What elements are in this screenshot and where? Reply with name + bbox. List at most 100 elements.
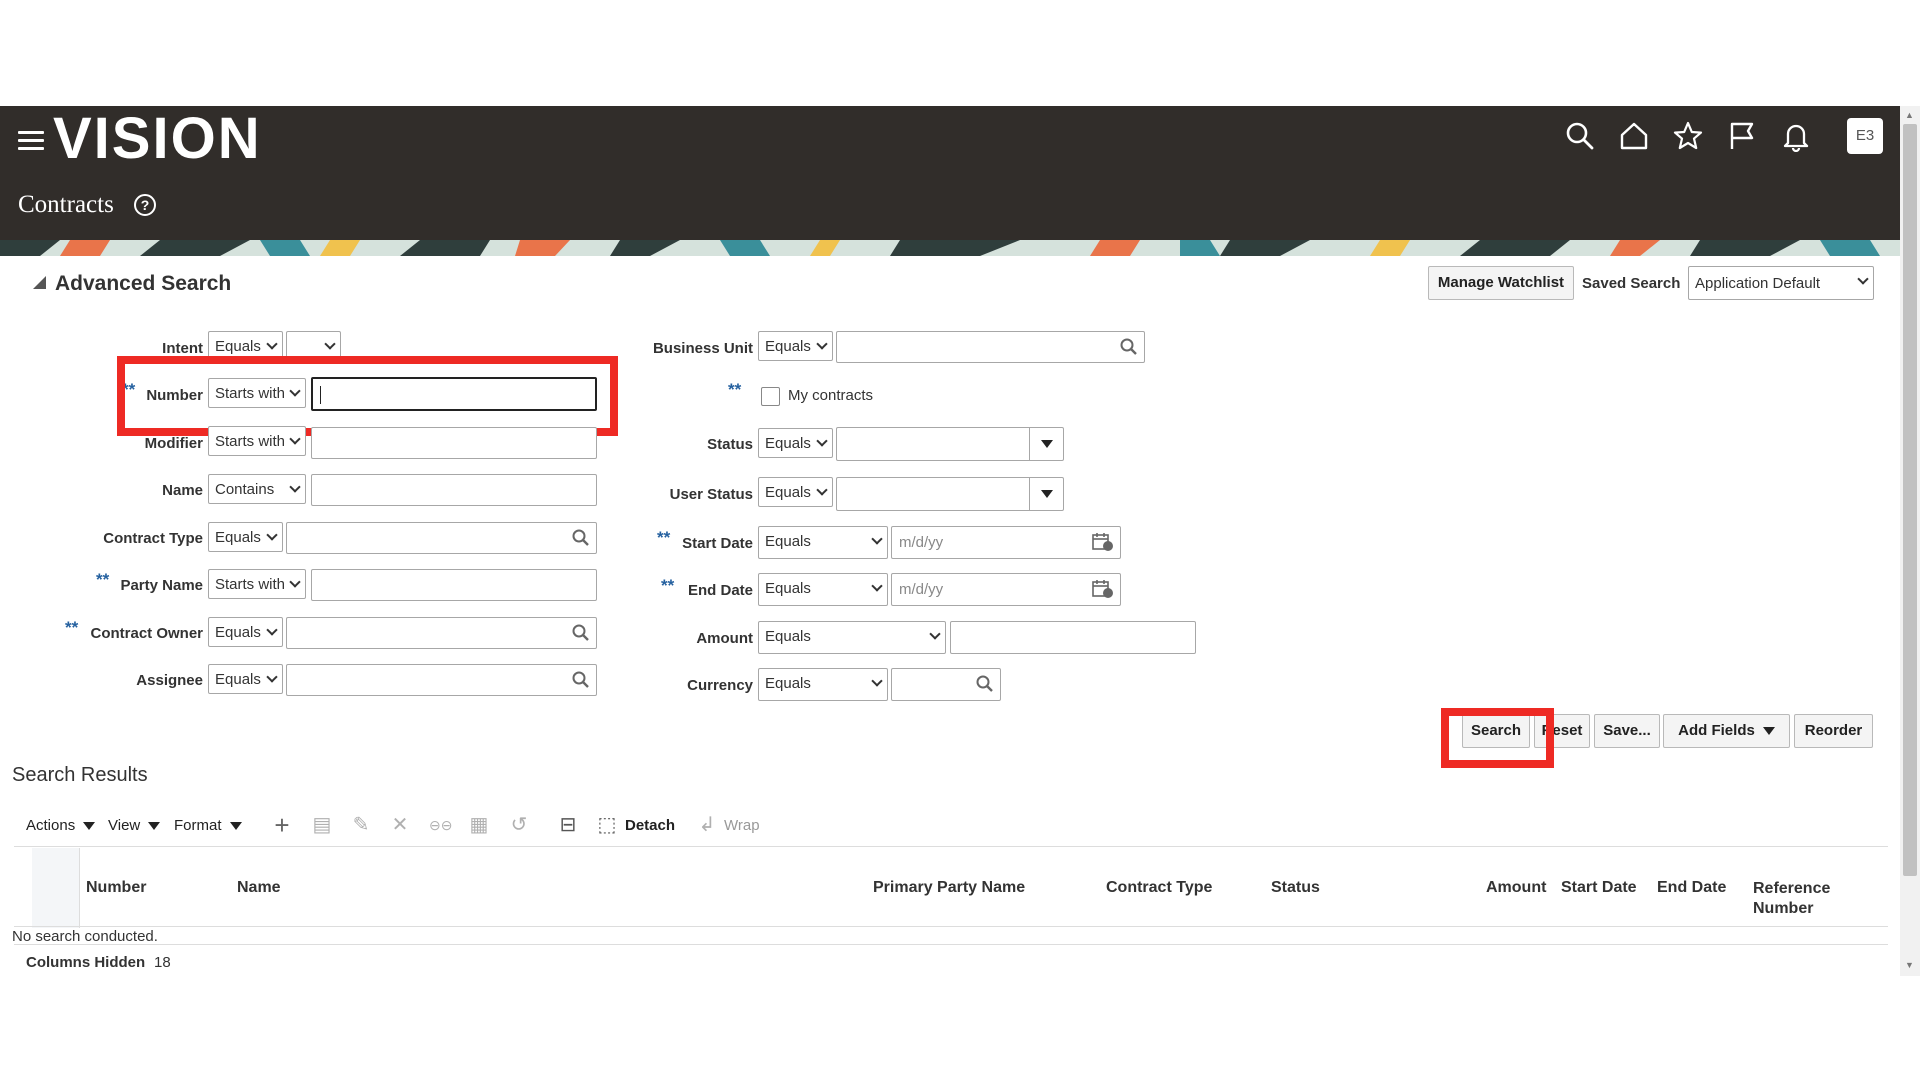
search-icon[interactable]: [572, 671, 590, 689]
search-highlight-box: [1441, 708, 1554, 768]
search-icon[interactable]: [1120, 338, 1138, 356]
page-title: Contracts: [18, 191, 114, 218]
format-menu[interactable]: Format: [174, 817, 242, 834]
manage-watchlist-button[interactable]: Manage Watchlist: [1428, 266, 1574, 300]
status-label: Status: [707, 436, 753, 453]
add-fields-button[interactable]: Add Fields: [1663, 714, 1790, 748]
wrap-icon[interactable]: ↲: [696, 814, 718, 836]
intent-label: Intent: [162, 340, 203, 357]
user-status-label: User Status: [669, 486, 753, 503]
scroll-down-icon[interactable]: ▼: [1905, 960, 1914, 970]
end-date-operator-select[interactable]: Equals: [758, 573, 888, 606]
user-status-operator-select[interactable]: Equals: [758, 477, 833, 507]
freeze-icon[interactable]: ⊟: [557, 814, 579, 836]
number-highlight-box: [117, 356, 618, 436]
status-input[interactable]: [836, 427, 1064, 461]
view-menu[interactable]: View: [108, 817, 161, 834]
bell-icon[interactable]: [1780, 120, 1812, 152]
business-unit-input[interactable]: [836, 331, 1145, 363]
column-icon[interactable]: ▦: [468, 814, 490, 836]
user-status-input[interactable]: [836, 477, 1064, 511]
reorder-button[interactable]: Reorder: [1794, 714, 1873, 748]
star-icon[interactable]: [1672, 120, 1704, 152]
column-header-reference-number[interactable]: Reference Number: [1753, 879, 1863, 919]
add-icon[interactable]: +: [271, 812, 293, 838]
business-unit-label: Business Unit: [652, 340, 753, 357]
saved-search-label: Saved Search: [1582, 275, 1681, 292]
currency-label: Currency: [687, 677, 753, 694]
duplicate-icon[interactable]: ▤: [311, 814, 333, 836]
currency-operator-select[interactable]: Equals: [758, 668, 888, 701]
status-dropdown-button[interactable]: [1029, 428, 1063, 460]
save-button[interactable]: Save...: [1594, 714, 1660, 748]
delete-icon[interactable]: ✕: [389, 814, 411, 836]
modifier-operator-select[interactable]: Starts with: [208, 426, 306, 456]
column-header-end-date[interactable]: End Date: [1657, 879, 1726, 897]
business-unit-operator-select[interactable]: Equals: [758, 331, 833, 361]
column-header-contract-type[interactable]: Contract Type: [1106, 879, 1212, 897]
search-icon[interactable]: [572, 529, 590, 547]
column-header-primary-party-name[interactable]: Primary Party Name: [873, 879, 1025, 897]
wrap-button[interactable]: Wrap: [724, 817, 760, 834]
currency-input[interactable]: [891, 668, 1001, 701]
help-icon[interactable]: ?: [134, 194, 156, 216]
home-icon[interactable]: [1618, 120, 1650, 152]
calendar-icon[interactable]: [1092, 532, 1114, 552]
search-icon[interactable]: [976, 675, 994, 693]
status-operator-select[interactable]: Equals: [758, 428, 833, 458]
search-results-title: Search Results: [12, 764, 148, 786]
column-header-number[interactable]: Number: [86, 879, 146, 897]
saved-search-select[interactable]: Application Default: [1688, 266, 1874, 300]
column-header-amount[interactable]: Amount: [1486, 879, 1546, 897]
contract-owner-label: Contract Owner: [90, 625, 203, 642]
edit-icon[interactable]: ✎: [350, 814, 372, 836]
contract-type-operator-select[interactable]: Equals: [208, 522, 283, 552]
detach-button[interactable]: Detach: [625, 817, 675, 834]
menu-icon[interactable]: [18, 131, 44, 151]
column-header-status[interactable]: Status: [1271, 879, 1320, 897]
end-date-input[interactable]: m/d/yy: [891, 573, 1121, 606]
app-header: [0, 106, 1900, 256]
columns-hidden-count: 18: [154, 954, 171, 971]
name-label: Name: [162, 482, 203, 499]
scroll-up-icon[interactable]: ▲: [1905, 110, 1914, 120]
start-date-input[interactable]: m/d/yy: [891, 526, 1121, 559]
actions-menu[interactable]: Actions: [26, 817, 96, 834]
end-date-label: End Date: [687, 582, 753, 599]
column-header-name[interactable]: Name: [237, 879, 281, 897]
calendar-icon[interactable]: [1092, 579, 1114, 599]
search-icon[interactable]: [1564, 120, 1596, 152]
detach-icon[interactable]: ⬚: [596, 814, 618, 836]
brand-logo[interactable]: VISION: [53, 109, 262, 169]
column-header-start-date[interactable]: Start Date: [1561, 879, 1637, 897]
contract-type-label: Contract Type: [103, 530, 203, 547]
amount-input[interactable]: [950, 621, 1196, 654]
contract-type-input[interactable]: [286, 522, 597, 554]
collapse-icon[interactable]: [33, 276, 46, 289]
party-name-operator-select[interactable]: Starts with: [208, 569, 306, 599]
contract-owner-input[interactable]: [286, 617, 597, 649]
user-status-dropdown-button[interactable]: [1029, 478, 1063, 510]
search-icon[interactable]: [572, 624, 590, 642]
name-input[interactable]: [311, 474, 597, 506]
flag-icon[interactable]: [1726, 120, 1758, 152]
contract-owner-operator-select[interactable]: Equals: [208, 617, 283, 647]
assignee-label: Assignee: [136, 672, 203, 689]
avatar[interactable]: E3: [1847, 118, 1883, 154]
start-date-operator-select[interactable]: Equals: [758, 526, 888, 559]
row-header-column: [32, 848, 80, 928]
header-divider: [14, 926, 1888, 927]
scrollbar-thumb[interactable]: [1903, 124, 1917, 876]
modifier-label: Modifier: [144, 435, 203, 452]
refresh-icon[interactable]: ↺: [508, 814, 530, 836]
columns-hidden-label: Columns Hidden: [26, 954, 146, 971]
my-contracts-checkbox[interactable]: [761, 387, 780, 406]
link-icon[interactable]: ⊖⊖: [429, 814, 452, 836]
header-banner: [0, 240, 1900, 256]
party-name-input[interactable]: [311, 569, 597, 601]
assignee-operator-select[interactable]: Equals: [208, 664, 283, 694]
assignee-input[interactable]: [286, 664, 597, 696]
name-operator-select[interactable]: Contains: [208, 474, 306, 504]
modifier-input[interactable]: [311, 427, 597, 459]
amount-operator-select[interactable]: Equals: [758, 621, 946, 654]
